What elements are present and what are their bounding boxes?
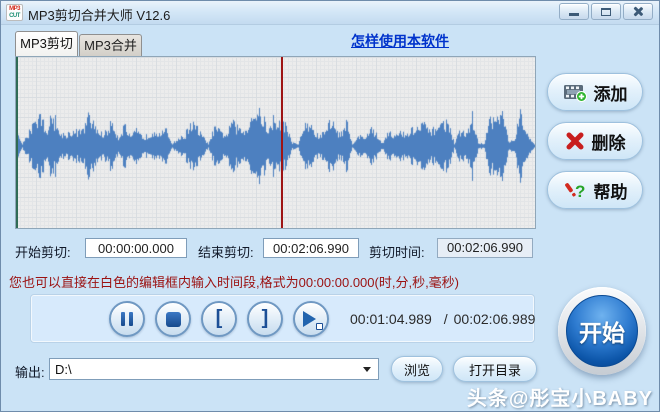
start-button[interactable]: 开始	[558, 287, 646, 375]
help-button[interactable]: ? 帮助	[547, 171, 643, 209]
play-icon	[302, 311, 323, 330]
output-label: 输出:	[15, 365, 45, 380]
window-title: MP3剪切合并大师 V12.6	[28, 8, 171, 23]
maximize-icon	[601, 7, 611, 16]
open-directory-button[interactable]: 打开目录	[453, 356, 537, 382]
help-button-label: 帮助	[593, 182, 628, 202]
delete-button-label: 删除	[591, 133, 626, 153]
tab-mp3-merge[interactable]: MP3合并	[79, 34, 142, 56]
browse-button-label: 浏览	[403, 362, 430, 378]
stop-button[interactable]	[155, 301, 191, 337]
tab-mp3-cut[interactable]: MP3剪切	[15, 31, 78, 56]
total-time: 00:02:06.989	[453, 311, 536, 327]
bracket-left-icon: [	[215, 306, 223, 329]
svg-text:?: ?	[575, 182, 585, 201]
waveform-panel[interactable]	[15, 56, 536, 229]
start-button-label: 开始	[579, 320, 625, 346]
app-window: MP3 CUT MP3剪切合并大师 V12.6 MP3剪切 MP3合并 怎样使用…	[0, 0, 660, 412]
maximize-button[interactable]	[591, 3, 621, 20]
add-button-label: 添加	[593, 84, 628, 104]
minimize-button[interactable]	[559, 3, 589, 20]
bracket-right-icon: ]	[261, 306, 269, 329]
start-cut-label: 开始剪切:	[15, 245, 71, 260]
playback-cursor[interactable]	[281, 57, 283, 228]
start-button-face: 开始	[566, 295, 638, 367]
player-panel: [ ] 00:01:04.989 / 00:02:06.989	[31, 295, 535, 342]
play-selection-button[interactable]	[293, 301, 329, 337]
add-file-icon	[563, 84, 587, 102]
delete-x-icon	[566, 132, 583, 150]
watermark: 头条@彤宝小BABY	[466, 388, 653, 410]
end-cut-label: 结束剪切:	[198, 245, 254, 260]
current-time: 00:01:04.989	[350, 311, 432, 327]
time-separator: /	[443, 311, 448, 327]
cut-duration-label: 剪切时间:	[369, 245, 425, 260]
browse-button[interactable]: 浏览	[391, 356, 443, 382]
add-button[interactable]: 添加	[547, 73, 643, 111]
pause-icon	[121, 312, 133, 326]
help-question-icon: ?	[564, 182, 585, 201]
cut-duration-value: 00:02:06.990	[437, 238, 533, 258]
waveform-canvas	[16, 57, 535, 228]
close-icon	[633, 6, 644, 17]
stop-icon	[165, 311, 181, 327]
titlebar: MP3 CUT MP3剪切合并大师 V12.6	[1, 1, 659, 25]
delete-button[interactable]: 删除	[547, 122, 643, 160]
time-display: 00:01:04.989 / 00:02:06.989	[350, 311, 535, 327]
app-icon: MP3 CUT	[6, 4, 23, 21]
app-icon-text-bottom: CUT	[9, 12, 20, 19]
pause-button[interactable]	[109, 301, 145, 337]
hint-text: 您也可以直接在白色的编辑框内输入时间段,格式为00:00:00.000(时,分,…	[9, 275, 460, 290]
help-link[interactable]: 怎样使用本软件	[351, 31, 449, 51]
close-button[interactable]	[623, 3, 653, 20]
start-cut-input[interactable]	[85, 238, 187, 258]
minimize-icon	[569, 13, 579, 16]
chevron-down-icon	[363, 367, 371, 372]
mark-end-button[interactable]: ]	[247, 301, 283, 337]
output-path-select[interactable]: D:\	[49, 358, 379, 380]
mark-start-button[interactable]: [	[201, 301, 237, 337]
start-marker[interactable]	[16, 57, 18, 228]
open-directory-button-label: 打开目录	[468, 362, 521, 378]
output-path-value: D:\	[55, 362, 72, 377]
end-cut-input[interactable]	[263, 238, 359, 258]
app-icon-text-top: MP3	[9, 5, 20, 12]
